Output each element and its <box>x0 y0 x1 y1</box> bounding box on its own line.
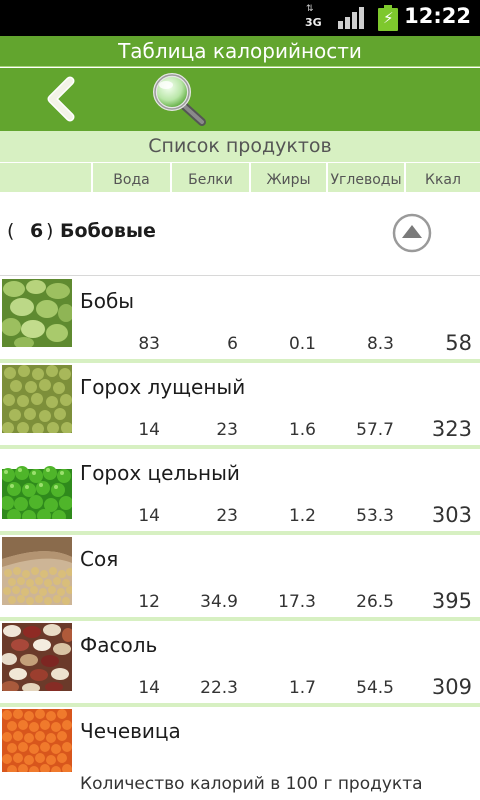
product-row-whole-peas[interactable]: Горох цельный 14 23 1.2 53.3 303 <box>0 449 480 535</box>
product-image-beans <box>2 279 72 347</box>
clock: 12:22 <box>404 4 471 28</box>
toolbar <box>0 68 480 131</box>
category-open-paren: ( <box>7 220 15 242</box>
value-fat: 17.3 <box>278 592 316 612</box>
value-protein: 22.3 <box>200 678 238 698</box>
value-kcal: 323 <box>431 417 472 441</box>
value-water: 14 <box>138 678 160 698</box>
network-type: 3G <box>305 16 322 29</box>
column-header-kcal: Ккал <box>404 163 480 192</box>
product-image-whole-peas <box>2 451 72 519</box>
app-title: Таблица калорийности <box>118 39 362 63</box>
list-header: Список продуктов <box>0 131 480 162</box>
value-water: 14 <box>138 420 160 440</box>
product-image-lentils <box>2 709 72 777</box>
value-protein: 23 <box>216 506 238 526</box>
column-headers: Вода Белки Жиры Углеводы Ккал <box>0 162 480 192</box>
category-header[interactable]: ( 6 ) Бобовые <box>0 192 480 276</box>
category-close-paren: ) <box>46 220 54 242</box>
status-bar: ⇅ 3G ⚡ 12:22 <box>0 0 480 36</box>
value-water: 14 <box>138 506 160 526</box>
category-name: Бобовые <box>60 220 156 242</box>
product-image-kidney-beans <box>2 623 72 691</box>
value-carbs: 26.5 <box>356 592 394 612</box>
chevron-up-circle-icon <box>392 213 432 253</box>
product-row-soy[interactable]: Соя 12 34.9 17.3 26.5 395 <box>0 535 480 621</box>
column-header-water: Вода <box>91 163 170 192</box>
column-header-protein: Белки <box>170 163 249 192</box>
value-water: 12 <box>138 592 160 612</box>
magnifier-icon <box>153 73 206 126</box>
value-fat: 1.6 <box>288 420 316 440</box>
product-image-soy <box>2 537 72 605</box>
battery-charging-icon: ⚡ <box>378 5 398 31</box>
product-name: Бобы <box>80 289 135 313</box>
product-image-split-peas <box>2 365 72 433</box>
product-name: Соя <box>80 547 119 571</box>
value-kcal: 58 <box>445 331 472 355</box>
value-fat: 1.7 <box>288 678 316 698</box>
collapse-button[interactable] <box>392 213 432 253</box>
app-title-bar: Таблица калорийности <box>0 36 480 67</box>
value-carbs: 53.3 <box>356 506 394 526</box>
footer-note: Количество калорий в 100 г продукта <box>0 772 480 800</box>
product-name: Чечевица <box>80 719 181 743</box>
value-carbs: 54.5 <box>356 678 394 698</box>
value-water: 83 <box>138 334 160 354</box>
column-header-carbs: Углеводы <box>326 163 404 192</box>
value-kcal: 395 <box>431 589 472 613</box>
product-row-split-peas[interactable]: Горох лущеный 14 23 1.6 57.7 323 <box>0 363 480 449</box>
value-fat: 1.2 <box>288 506 316 526</box>
search-button[interactable] <box>150 72 210 128</box>
network-indicator: ⇅ 3G <box>303 5 323 31</box>
back-button[interactable] <box>38 74 86 124</box>
signal-strength-icon <box>338 7 364 29</box>
product-row-kidney-beans[interactable]: Фасоль 14 22.3 1.7 54.5 309 <box>0 621 480 707</box>
product-name: Горох лущеный <box>80 375 246 399</box>
value-protein: 34.9 <box>200 592 238 612</box>
value-kcal: 309 <box>431 675 472 699</box>
value-protein: 23 <box>216 420 238 440</box>
chevron-left-icon <box>47 76 75 122</box>
product-name: Горох цельный <box>80 461 240 485</box>
product-name: Фасоль <box>80 633 158 657</box>
list-title: Список продуктов <box>148 135 332 157</box>
value-kcal: 303 <box>431 503 472 527</box>
value-carbs: 57.7 <box>356 420 394 440</box>
category-count: 6 <box>30 220 44 242</box>
value-protein: 6 <box>227 334 238 354</box>
value-fat: 0.1 <box>288 334 316 354</box>
column-header-fat: Жиры <box>249 163 326 192</box>
data-activity-icon: ⇅ <box>306 4 313 14</box>
product-row-beans[interactable]: Бобы 83 6 0.1 8.3 58 <box>0 277 480 363</box>
footer-note-text: Количество калорий в 100 г продукта <box>80 774 423 794</box>
value-carbs: 8.3 <box>366 334 394 354</box>
